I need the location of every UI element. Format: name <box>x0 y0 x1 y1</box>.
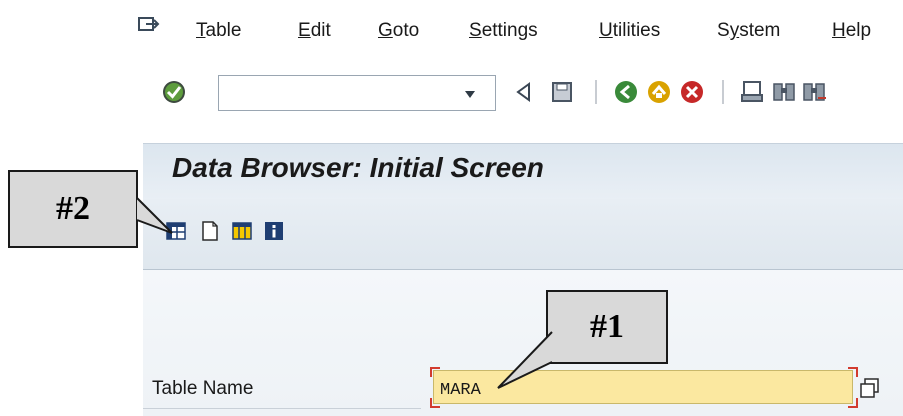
toolbar-separator <box>722 80 724 104</box>
exit-icon[interactable] <box>645 78 673 106</box>
list-icon[interactable] <box>232 221 252 241</box>
cancel-icon[interactable] <box>678 78 706 106</box>
callout-two-pointer <box>136 197 173 234</box>
toolbar-separator <box>595 80 597 104</box>
page-title: Data Browser: Initial Screen <box>172 152 544 183</box>
green-check-icon[interactable] <box>160 78 188 106</box>
find-next-icon[interactable] <box>800 78 828 106</box>
menu-utilities[interactable]: Utilities <box>599 20 660 42</box>
print-icon[interactable] <box>738 78 766 106</box>
menu-edit[interactable]: Edit <box>298 20 331 42</box>
callout-two: #2 <box>8 170 138 248</box>
menu-settings[interactable]: Settings <box>469 20 538 42</box>
application-toolbar <box>143 199 903 270</box>
back-icon[interactable] <box>612 78 640 106</box>
required-marker <box>848 398 858 408</box>
menu-icon[interactable] <box>138 16 160 36</box>
chevron-down-icon[interactable] <box>462 86 478 102</box>
table-name-label: Table Name <box>152 378 254 399</box>
command-field[interactable] <box>218 75 496 111</box>
info-icon[interactable] <box>264 221 284 241</box>
required-marker <box>430 367 440 377</box>
save-icon[interactable] <box>548 78 576 106</box>
find-icon[interactable] <box>770 78 798 106</box>
new-entries-icon[interactable] <box>200 221 220 241</box>
required-marker <box>848 367 858 377</box>
menu-goto[interactable]: Goto <box>378 20 419 42</box>
callout-one: #1 <box>546 290 668 364</box>
menu-help[interactable]: Help <box>832 20 871 42</box>
menu-table[interactable]: Table <box>196 20 241 42</box>
callout-one-pointer <box>497 331 553 389</box>
back-arrow-icon[interactable] <box>510 78 538 106</box>
menu-system[interactable]: System <box>717 20 780 42</box>
required-marker <box>430 398 440 408</box>
label-divider <box>143 408 421 409</box>
value-help-icon[interactable] <box>858 376 882 400</box>
